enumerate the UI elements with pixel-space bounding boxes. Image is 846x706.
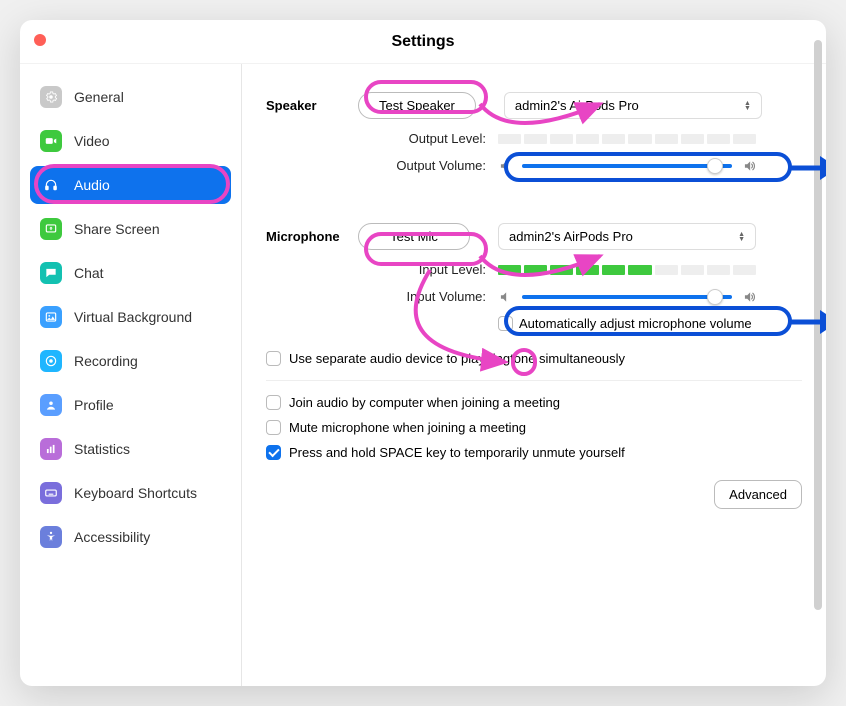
input-level-label: Input Level:	[358, 262, 486, 277]
chevron-updown-icon: ▲▼	[738, 232, 745, 242]
sidebar-item-recording[interactable]: Recording	[30, 342, 231, 380]
profile-icon	[40, 394, 62, 416]
volume-low-icon	[498, 290, 512, 304]
sidebar: General Video Audio Share Screen	[20, 64, 242, 686]
record-icon	[40, 350, 62, 372]
sidebar-item-accessibility[interactable]: Accessibility	[30, 518, 231, 556]
sidebar-item-statistics[interactable]: Statistics	[30, 430, 231, 468]
sidebar-item-label: Recording	[74, 353, 138, 369]
input-volume-slider[interactable]	[522, 295, 732, 299]
sidebar-item-label: Statistics	[74, 441, 130, 457]
sidebar-item-profile[interactable]: Profile	[30, 386, 231, 424]
sidebar-item-label: Profile	[74, 397, 114, 413]
accessibility-icon	[40, 526, 62, 548]
sidebar-item-virtual-background[interactable]: Virtual Background	[30, 298, 231, 336]
mic-device-dropdown[interactable]: admin2's AirPods Pro ▲▼	[498, 223, 756, 250]
input-volume-label: Input Volume:	[358, 289, 486, 304]
sidebar-item-label: Virtual Background	[74, 309, 192, 325]
close-window-button[interactable]	[34, 34, 46, 46]
window-title: Settings	[391, 33, 454, 51]
sidebar-item-label: Keyboard Shortcuts	[74, 485, 197, 501]
test-mic-button[interactable]: Test Mic	[358, 223, 470, 250]
titlebar: Settings	[20, 20, 826, 64]
keyboard-icon	[40, 482, 62, 504]
mute-on-join-label: Mute microphone when joining a meeting	[289, 420, 526, 435]
traffic-lights	[34, 34, 46, 46]
sidebar-item-general[interactable]: General	[30, 78, 231, 116]
output-level-label: Output Level:	[358, 131, 486, 146]
output-volume-slider[interactable]	[522, 164, 732, 168]
volume-high-icon	[742, 159, 756, 173]
microphone-section: Microphone Test Mic admin2's AirPods Pro…	[266, 223, 802, 343]
auto-adjust-mic-checkbox[interactable]	[498, 316, 513, 331]
stats-icon	[40, 438, 62, 460]
space-unmute-checkbox[interactable]	[266, 445, 281, 460]
mute-on-join-checkbox[interactable]	[266, 420, 281, 435]
sidebar-item-label: General	[74, 89, 124, 105]
image-icon	[40, 306, 62, 328]
separate-ringtone-checkbox[interactable]	[266, 351, 281, 366]
input-level-meter	[498, 265, 756, 275]
volume-low-icon	[498, 159, 512, 173]
test-speaker-button[interactable]: Test Speaker	[358, 92, 476, 119]
separate-ringtone-label: Use separate audio device to play ringto…	[289, 351, 625, 366]
sidebar-item-label: Accessibility	[74, 529, 150, 545]
output-volume-label: Output Volume:	[358, 158, 486, 173]
space-unmute-label: Press and hold SPACE key to temporarily …	[289, 445, 625, 460]
sidebar-item-chat[interactable]: Chat	[30, 254, 231, 292]
sidebar-item-label: Chat	[74, 265, 104, 281]
scrollbar[interactable]	[814, 40, 822, 610]
speaker-device-value: admin2's AirPods Pro	[515, 98, 639, 113]
slider-thumb[interactable]	[707, 158, 723, 174]
chevron-updown-icon: ▲▼	[744, 101, 751, 111]
sidebar-item-label: Share Screen	[74, 221, 160, 237]
headphones-icon	[40, 174, 62, 196]
output-level-meter	[498, 134, 756, 144]
chat-icon	[40, 262, 62, 284]
content-pane: Speaker Test Speaker admin2's AirPods Pr…	[242, 64, 826, 686]
volume-high-icon	[742, 290, 756, 304]
speaker-device-dropdown[interactable]: admin2's AirPods Pro ▲▼	[504, 92, 762, 119]
gear-icon	[40, 86, 62, 108]
microphone-heading: Microphone	[266, 223, 358, 343]
mic-device-value: admin2's AirPods Pro	[509, 229, 633, 244]
advanced-button[interactable]: Advanced	[714, 480, 802, 509]
video-icon	[40, 130, 62, 152]
divider	[266, 380, 802, 381]
speaker-heading: Speaker	[266, 92, 358, 185]
sidebar-item-label: Video	[74, 133, 110, 149]
slider-thumb[interactable]	[707, 289, 723, 305]
sidebar-item-share-screen[interactable]: Share Screen	[30, 210, 231, 248]
sidebar-item-keyboard-shortcuts[interactable]: Keyboard Shortcuts	[30, 474, 231, 512]
join-audio-label: Join audio by computer when joining a me…	[289, 395, 560, 410]
share-icon	[40, 218, 62, 240]
settings-window: Settings General Video Audio	[20, 20, 826, 686]
auto-adjust-mic-label: Automatically adjust microphone volume	[519, 316, 752, 331]
sidebar-item-label: Audio	[74, 177, 110, 193]
sidebar-item-video[interactable]: Video	[30, 122, 231, 160]
join-audio-checkbox[interactable]	[266, 395, 281, 410]
speaker-section: Speaker Test Speaker admin2's AirPods Pr…	[266, 92, 802, 185]
sidebar-item-audio[interactable]: Audio	[30, 166, 231, 204]
